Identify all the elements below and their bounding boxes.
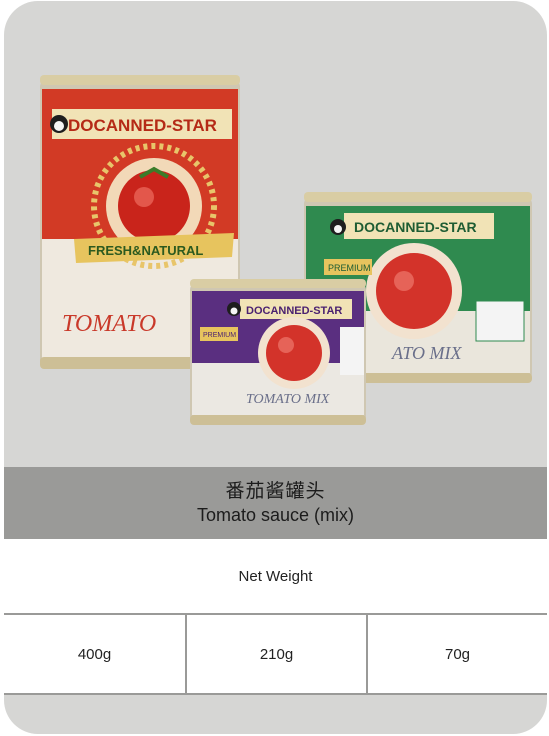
product-title-en: Tomato sauce (mix) xyxy=(196,505,355,525)
small-can: DOCANNED-STAR PREMIUM TOMATO MIX xyxy=(190,279,366,425)
table-bottom-border xyxy=(4,693,547,695)
net-weight-header: Net Weight xyxy=(4,539,547,615)
large-can-ribbon: FRESH&NATURAL xyxy=(88,243,203,258)
medium-can-tag: PREMIUM xyxy=(328,263,371,273)
product-card: DOCANNED-STAR FRESH&NATURAL TOMATO DOCAN… xyxy=(4,1,547,734)
product-title-band: 番茄酱罐头 Tomato sauce (mix) xyxy=(4,467,547,539)
large-can-label: TOMATO xyxy=(62,311,156,337)
product-title-cn: 番茄酱罐头 xyxy=(225,481,326,502)
large-can-brand: DOCANNED-STAR xyxy=(68,116,217,135)
weight-cell-70g: 70g xyxy=(368,615,547,693)
net-weight-table: Net Weight 400g 210g 70g xyxy=(4,539,547,693)
product-photo: DOCANNED-STAR FRESH&NATURAL TOMATO DOCAN… xyxy=(40,75,532,425)
small-can-tag: PREMIUM xyxy=(203,332,236,339)
small-can-label: TOMATO MIX xyxy=(246,392,330,407)
small-can-brand: DOCANNED-STAR xyxy=(246,305,342,317)
medium-can-brand: DOCANNED-STAR xyxy=(354,219,477,235)
weight-cell-210g: 210g xyxy=(187,615,366,693)
medium-can-label: ATO MIX xyxy=(391,343,463,363)
weight-cell-400g: 400g xyxy=(4,615,185,693)
